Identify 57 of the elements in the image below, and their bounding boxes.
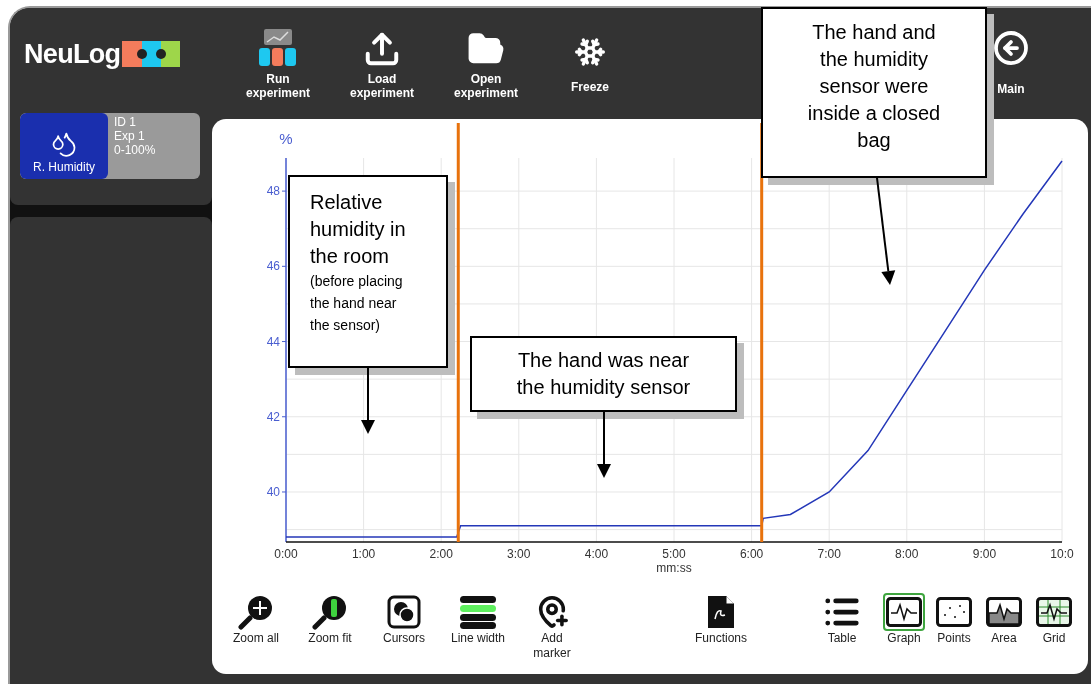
tool-button[interactable]: Cursors [374, 593, 434, 646]
callout-text: Relative humidity in the room [310, 190, 407, 269]
callout-note: (before placing the hand near the sensor) [310, 272, 404, 335]
magnifier-icon [312, 594, 348, 630]
sensor-range: 0-100% [114, 143, 156, 157]
y-tick-label: 46 [266, 259, 280, 274]
x-tick-label: 8:00 [895, 547, 919, 561]
callout-text: The hand and the humidity sensor were inside a closed bag [806, 20, 942, 153]
y-tick-label: 40 [266, 485, 280, 499]
x-tick-label: 7:00 [817, 547, 841, 561]
view-mode-button[interactable]: Grid [1032, 593, 1076, 646]
tool-button[interactable]: Zoom all [226, 593, 286, 646]
upload-icon [363, 30, 401, 68]
chart-blocks-icon [258, 28, 298, 68]
cursors-icon [387, 595, 421, 629]
tool-button[interactable]: Zoom fit [300, 593, 360, 646]
x-tick-label: 2:00 [429, 547, 453, 561]
main-button[interactable]: Main [993, 30, 1029, 98]
functions-button[interactable]: Functions [695, 593, 747, 646]
grid-graph-icon [1036, 597, 1072, 627]
y-tick-label: 42 [266, 409, 280, 424]
x-tick-label: 1:00 [351, 547, 376, 561]
sensor-module[interactable]: R. Humidity ID 1 Exp 1 0-100% [20, 113, 200, 179]
y-tick-label: 48 [266, 184, 280, 199]
callout-text: The hand was near the humidity sensor [515, 348, 692, 400]
x-tick-label: 10:0 [1050, 547, 1074, 561]
x-tick-label: 5:00 [662, 547, 686, 561]
droplets-icon [50, 130, 78, 158]
line-width-icon [459, 595, 497, 629]
toolbar-button[interactable]: Run experiment [230, 26, 326, 100]
x-axis-label: mm:ss [656, 561, 692, 575]
x-tick-label: 9:00 [972, 547, 997, 561]
y-tick-label: 44 [266, 334, 280, 349]
magnifier-icon [238, 594, 274, 630]
area-graph-icon [986, 597, 1022, 627]
document-icon [707, 595, 735, 629]
scatter-icon [936, 597, 972, 627]
x-tick-label: 4:00 [584, 547, 609, 561]
logo-text: NeuLog [24, 38, 121, 71]
sensor-name: R. Humidity [33, 159, 95, 176]
tool-button[interactable]: Add marker [522, 593, 582, 661]
view-mode-button[interactable]: Area [982, 593, 1026, 646]
y-axis-label: % [279, 130, 293, 147]
x-tick-label: 6:00 [739, 547, 764, 561]
logo-icon [122, 40, 181, 69]
toolbar-button[interactable]: Open experiment [438, 26, 534, 100]
x-tick-label: 3:00 [507, 547, 531, 561]
snowflake-icon [574, 36, 606, 68]
line-graph-icon [886, 597, 922, 627]
tool-button[interactable]: Line width [448, 593, 508, 646]
toolbar-button[interactable]: Load experiment [334, 26, 430, 100]
view-mode-button[interactable]: Table [820, 593, 864, 646]
sensor-experiment: Exp 1 [114, 129, 145, 143]
x-tick-label: 0:00 [274, 547, 298, 561]
toolbar-button[interactable]: Freeze [542, 26, 638, 94]
view-mode-button[interactable]: Points [932, 593, 976, 646]
sensor-id: ID 1 [114, 115, 136, 129]
